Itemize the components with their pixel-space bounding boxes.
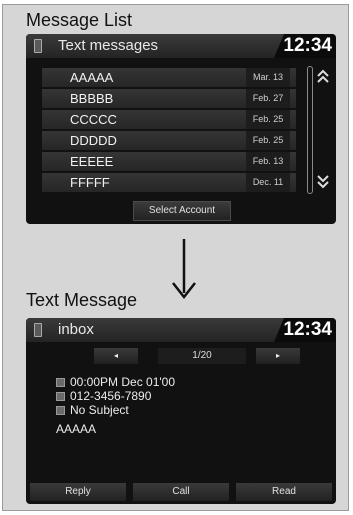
previous-message-button[interactable]: ◂ <box>94 348 138 364</box>
message-sender: AAAAA <box>70 70 114 85</box>
subject-icon <box>56 406 65 416</box>
call-button[interactable]: Call <box>133 483 229 501</box>
phone-number-icon <box>56 392 65 402</box>
message-row[interactable]: AAAAA Mar. 13 <box>42 68 296 88</box>
message-row[interactable]: BBBBB Feb. 27 <box>42 89 296 109</box>
message-body: AAAAA <box>56 422 97 436</box>
down-arrow-icon <box>169 237 199 306</box>
message-sender: EEEEE <box>70 154 114 169</box>
message-sender: BBBBB <box>70 91 114 106</box>
text-message-heading: Text Message <box>26 290 138 310</box>
left-triangle-icon: ◂ <box>113 351 118 360</box>
message-sender: CCCCC <box>70 112 117 127</box>
message-list-screen: Text messages 12:34 AAAAA Mar. 13 BBBBB … <box>26 34 336 224</box>
message-datetime: 00:00PM Dec 01'00 <box>70 375 176 389</box>
message-datetime-line: 00:00PM Dec 01'00 <box>56 375 175 389</box>
double-chevron-up-icon[interactable] <box>316 68 330 87</box>
read-button[interactable]: Read <box>236 483 332 501</box>
message-date: Feb. 13 <box>246 152 290 171</box>
message-list-heading: Message List <box>26 10 133 30</box>
message-sender: FFFFF <box>70 175 110 190</box>
text-message-screen: inbox 12:34 ◂ 1/20 ▸ 00:00PM Dec 01'00 0… <box>26 318 336 504</box>
message-row[interactable]: EEEEE Feb. 13 <box>42 152 296 172</box>
phone-icon <box>34 323 42 337</box>
message-date: Feb. 25 <box>246 131 290 150</box>
message-subject: No Subject <box>70 403 129 417</box>
message-phone-line: 012-3456-7890 <box>56 389 151 403</box>
message-phone: 012-3456-7890 <box>70 389 152 403</box>
page-indicator: 1/20 <box>158 348 246 364</box>
message-date: Feb. 25 <box>246 110 290 129</box>
message-row[interactable]: FFFFF Dec. 11 <box>42 173 296 193</box>
top-bar: Text messages 12:34 <box>26 34 336 58</box>
next-message-button[interactable]: ▸ <box>256 348 300 364</box>
message-sender: DDDDD <box>70 133 117 148</box>
clock-icon <box>56 378 65 388</box>
message-subject-line: No Subject <box>56 403 129 417</box>
screen-title: inbox <box>58 321 94 338</box>
clock: 12:34 <box>283 35 332 56</box>
double-chevron-down-icon[interactable] <box>316 174 330 193</box>
message-row[interactable]: DDDDD Feb. 25 <box>42 131 296 151</box>
screen-title: Text messages <box>58 37 159 54</box>
message-row[interactable]: CCCCC Feb. 25 <box>42 110 296 130</box>
select-account-button[interactable]: Select Account <box>133 201 231 221</box>
message-date: Mar. 13 <box>246 68 290 87</box>
top-bar: inbox 12:34 <box>26 318 336 342</box>
phone-icon <box>34 39 42 53</box>
message-date: Dec. 11 <box>246 173 290 192</box>
message-date: Feb. 27 <box>246 89 290 108</box>
reply-button[interactable]: Reply <box>30 483 126 501</box>
clock: 12:34 <box>283 319 332 340</box>
scrollbar[interactable] <box>307 66 313 194</box>
right-triangle-icon: ▸ <box>275 351 280 360</box>
